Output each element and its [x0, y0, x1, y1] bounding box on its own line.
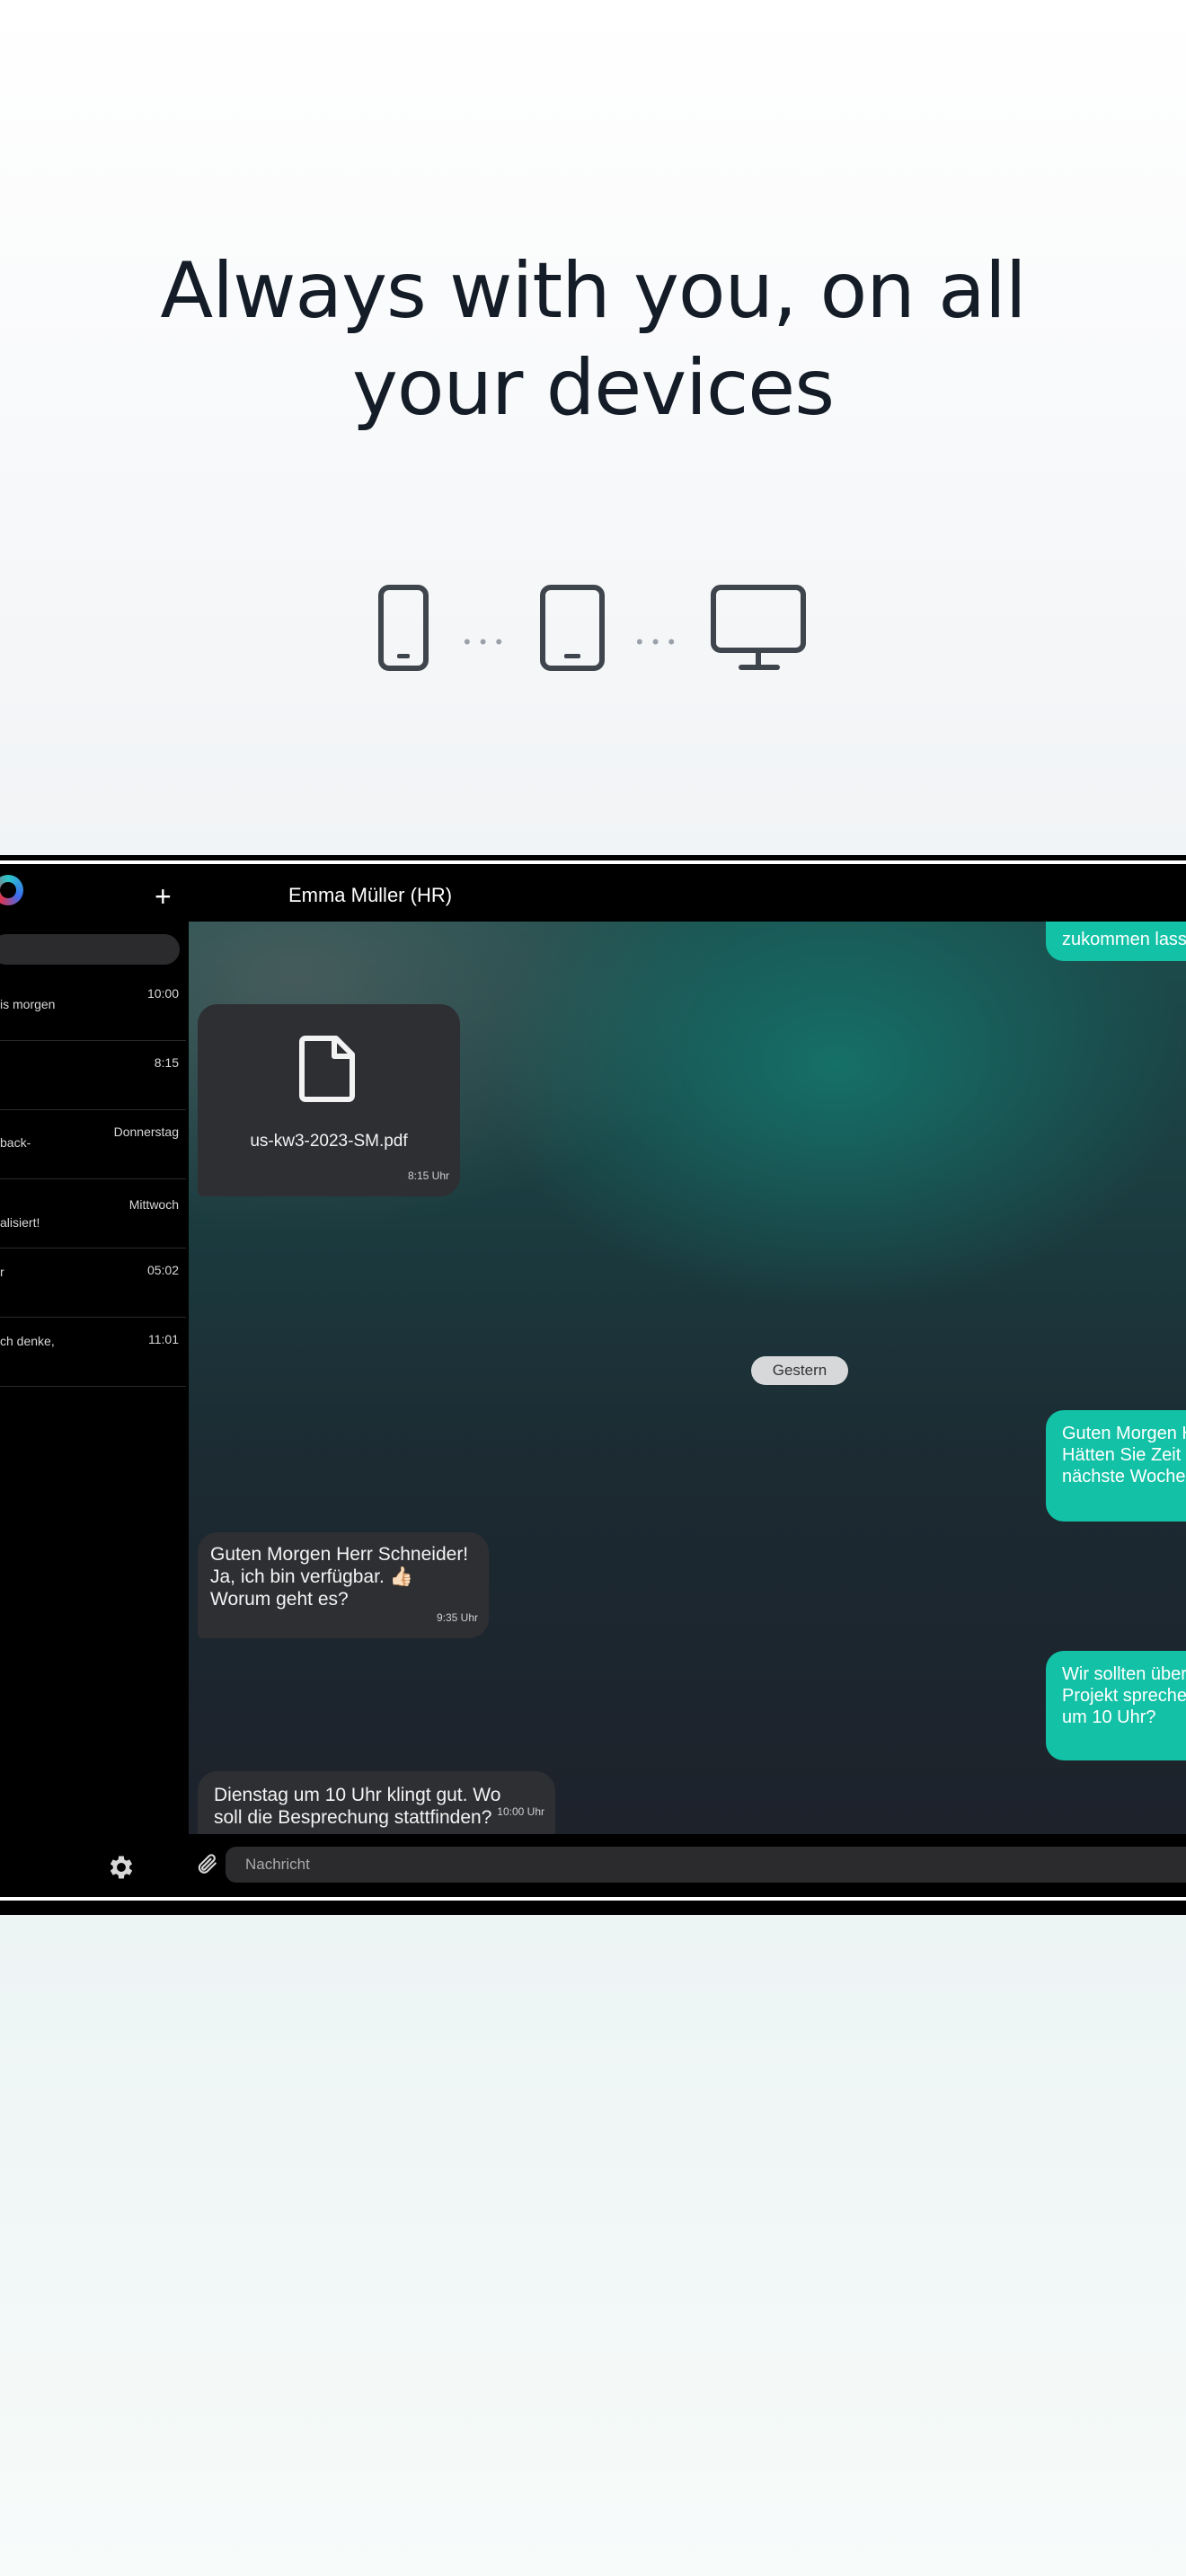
- message-text: um 10 Uhr?: [1062, 1707, 1156, 1727]
- message-text: zukommen lasse: [1062, 930, 1186, 949]
- chat-preview: is morgen: [0, 997, 56, 1011]
- file-name: us-kw3-2023-SM.pdf: [250, 1132, 408, 1151]
- frame-edge: [0, 1897, 1186, 1901]
- new-chat-button[interactable]: +: [155, 882, 172, 911]
- tablet-icon: [540, 585, 605, 671]
- app-screen: + is morgen 10:00 8:15 back- Donnerstag …: [0, 868, 1186, 1893]
- chat-list-item[interactable]: is morgen 10:00: [0, 972, 186, 1041]
- device-row: ••• •••: [0, 584, 1186, 683]
- message-text: Ja, ich bin verfügbar. 👍🏻: [210, 1566, 413, 1587]
- chat-time: 05:02: [146, 1263, 179, 1277]
- frame-edge: [0, 860, 1186, 864]
- headline: Always with you, on all your devices: [0, 243, 1186, 437]
- chat-preview: ch denke,: [0, 1334, 55, 1348]
- message-text: Guten Morgen Herr Schneider!: [210, 1544, 469, 1565]
- app-logo: [0, 875, 23, 905]
- chat-sidebar: + is morgen 10:00 8:15 back- Donnerstag …: [0, 868, 186, 1893]
- outgoing-message: Wir sollten über Projekt spreche um 10 U…: [1046, 1651, 1186, 1760]
- incoming-message: Guten Morgen Herr Schneider! Ja, ich bin…: [198, 1532, 489, 1638]
- dots-separator: •••: [636, 631, 685, 653]
- gear-icon[interactable]: [106, 1852, 137, 1883]
- conversation-header: Emma Müller (HR): [186, 868, 1186, 922]
- message-text: Guten Morgen H: [1062, 1424, 1186, 1443]
- smartphone-icon: [378, 585, 429, 671]
- search-input[interactable]: [0, 934, 180, 965]
- message-text: Hätten Sie Zeit: [1062, 1445, 1182, 1465]
- chat-list-item[interactable]: alisiert! Mittwoch: [0, 1179, 186, 1248]
- dots-separator: •••: [464, 631, 512, 653]
- outgoing-message: Guten Morgen H Hätten Sie Zeit nächste W…: [1046, 1410, 1186, 1522]
- incoming-message: Dienstag um 10 Uhr klingt gut. Wo soll d…: [198, 1771, 555, 1834]
- paperclip-icon[interactable]: [195, 1850, 218, 1877]
- chat-time: 10:00: [146, 986, 179, 1001]
- chat-list-item[interactable]: ch denke, 11:01: [0, 1318, 186, 1387]
- chat-preview: r: [0, 1265, 4, 1279]
- message-composer: [186, 1834, 1186, 1893]
- conversation-title: Emma Müller (HR): [288, 884, 453, 906]
- message-time: 10:00 Uhr: [497, 1805, 544, 1818]
- chat-time: 11:01: [148, 1332, 179, 1346]
- chat-preview: back-: [0, 1135, 31, 1150]
- file-icon: [299, 1036, 355, 1102]
- message-time: 9:35 Uhr: [436, 1611, 478, 1624]
- chat-time: 8:15: [154, 1055, 179, 1070]
- message-text: Wir sollten über: [1062, 1664, 1186, 1684]
- chat-list-item[interactable]: back- Donnerstag: [0, 1110, 186, 1179]
- headline-line-1: Always with you, on all: [160, 246, 1026, 336]
- message-text: nächste Woche: [1062, 1467, 1186, 1486]
- chat-time: Donnerstag: [113, 1125, 179, 1139]
- message-time: 8:15 Uhr: [407, 1169, 449, 1182]
- message-text: Projekt spreche: [1062, 1686, 1186, 1706]
- headline-line-2: your devices: [352, 343, 835, 433]
- message-input[interactable]: [226, 1847, 1186, 1883]
- chat-time: Mittwoch: [128, 1197, 179, 1212]
- chat-list-item[interactable]: 8:15: [0, 1041, 186, 1110]
- sidebar-footer: [0, 1847, 186, 1893]
- chat-list-item[interactable]: r 05:02: [0, 1248, 186, 1318]
- message-list: zukommen lasse us-kw3-2023-SM.pdf 8:15 U…: [189, 922, 1186, 1834]
- outgoing-message: zukommen lasse: [1046, 922, 1186, 961]
- file-message[interactable]: us-kw3-2023-SM.pdf 8:15 Uhr: [198, 1004, 460, 1196]
- chat-preview: alisiert!: [0, 1215, 40, 1230]
- monitor-icon: [711, 585, 806, 670]
- date-separator: Gestern: [751, 1356, 848, 1385]
